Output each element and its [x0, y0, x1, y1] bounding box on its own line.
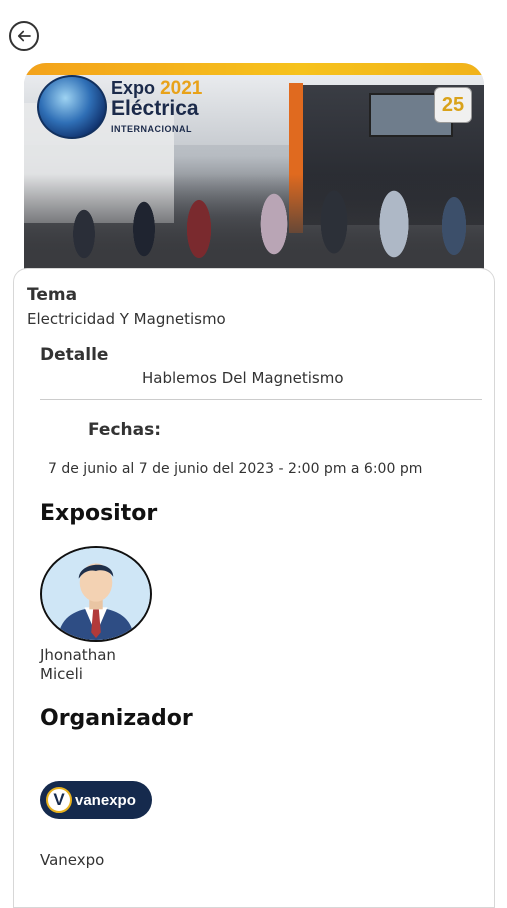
logo-expo-text: Expo — [111, 78, 156, 98]
logo-electrica-text: Eléctrica — [111, 97, 199, 120]
logo-internacional-text: INTERNACIONAL — [111, 124, 192, 134]
fechas-value: 7 de junio al 7 de junio del 2023 - 2:00… — [48, 461, 423, 477]
person-avatar-icon[interactable] — [40, 546, 152, 642]
detalle-label: Detalle — [40, 345, 109, 365]
event-detail-card: Tema Electricidad Y Magnetismo Detalle H… — [13, 268, 495, 908]
vanexpo-v-icon: V — [46, 787, 72, 813]
tema-label: Tema — [27, 285, 78, 305]
vanexpo-logo[interactable]: V vanexpo — [40, 781, 152, 819]
anniversary-badge: 25 — [434, 87, 472, 123]
expositor-heading: Expositor — [40, 501, 158, 526]
globe-icon — [37, 75, 107, 139]
banner-crowd — [24, 174, 484, 269]
organizador-heading: Organizador — [40, 706, 193, 731]
back-button[interactable] — [9, 21, 39, 51]
person-avatar-graphic — [42, 548, 150, 640]
expositor-first-name: Jhonathan — [40, 646, 116, 664]
logo-year-text: 2021 — [160, 78, 203, 99]
vanexpo-logo-word: vanexpo — [75, 791, 136, 809]
fechas-label: Fechas: — [88, 420, 162, 440]
organizador-name: Vanexpo — [40, 851, 105, 869]
section-divider — [40, 399, 482, 400]
event-banner-image: Expo 2021 Eléctrica INTERNACIONAL 25 — [24, 63, 484, 269]
tema-value: Electricidad Y Magnetismo — [27, 310, 226, 328]
banner-top-band — [24, 63, 484, 75]
detalle-value: Hablemos Del Magnetismo — [142, 369, 344, 387]
expo-logo: Expo 2021 Eléctrica INTERNACIONAL — [37, 75, 202, 139]
expositor-last-name: Miceli — [40, 665, 83, 683]
arrow-left-icon — [17, 30, 31, 42]
